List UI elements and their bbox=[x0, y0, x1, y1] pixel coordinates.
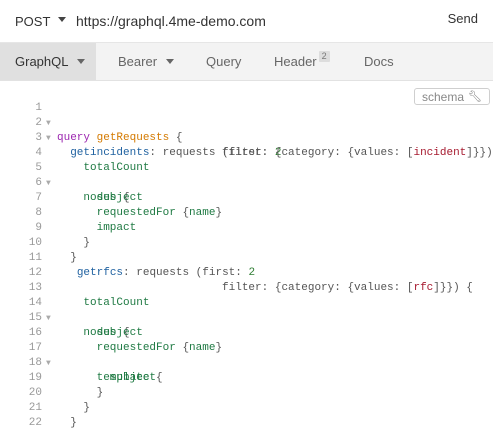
code-line: 17 ▼ template { bbox=[0, 326, 493, 384]
code-line: 20 } bbox=[0, 371, 493, 414]
send-button[interactable]: Send bbox=[448, 11, 478, 26]
code-line: 22 } bbox=[0, 401, 493, 428]
code-line: 16 requestedFor {name} bbox=[0, 311, 493, 354]
code-line: 19 } bbox=[0, 356, 493, 399]
caret-down-icon bbox=[77, 59, 86, 64]
code-line: 3 filter: {category: {values: [incident]… bbox=[0, 116, 493, 159]
code-line: 8 impact bbox=[0, 191, 493, 234]
tab-header[interactable]: Header 2 bbox=[274, 43, 330, 80]
request-bar: POST Send bbox=[0, 0, 493, 43]
caret-down-icon bbox=[58, 17, 66, 22]
code-line: 2 ▼ getincidents: requests (first: 2 bbox=[0, 101, 493, 159]
tab-label: GraphQL bbox=[15, 54, 69, 69]
line-number: 22 bbox=[28, 417, 42, 428]
tab-docs[interactable]: Docs bbox=[364, 43, 394, 80]
code-line: 9 } bbox=[0, 206, 493, 249]
caret-down-icon bbox=[166, 59, 175, 64]
code-line: 21 } bbox=[0, 386, 493, 428]
tab-bar: GraphQL Bearer Query Header 2 Docs bbox=[0, 43, 493, 81]
code-line: 10 } bbox=[0, 221, 493, 264]
code-line: 1 ▼ query getRequests { bbox=[0, 86, 493, 144]
code-line: 6 subject bbox=[0, 161, 493, 204]
code-line: 11 getrfcs: requests (first: 2 bbox=[0, 236, 493, 279]
code-line: 13 totalCount bbox=[0, 266, 493, 309]
tab-label: Bearer bbox=[118, 54, 158, 69]
tab-label: Query bbox=[206, 54, 242, 69]
code-line: 12 filter: {category: {values: [rfc]}}) … bbox=[0, 251, 493, 294]
tab-query[interactable]: Query bbox=[206, 43, 241, 80]
code-line: 15 subject bbox=[0, 296, 493, 339]
method-dropdown[interactable]: POST bbox=[0, 0, 72, 42]
tab-label: Docs bbox=[364, 54, 394, 69]
url-input[interactable] bbox=[76, 10, 396, 32]
code-line: 14 ▼ nodes { bbox=[0, 281, 493, 339]
code-line: 18 subject bbox=[0, 341, 493, 384]
tab-bearer[interactable]: Bearer bbox=[118, 43, 175, 80]
code-line: 5 ▼ nodes { bbox=[0, 146, 493, 204]
query-editor[interactable]: schema 🔧︎ 1 ▼ query getRequests { 2 ▼ ge… bbox=[0, 82, 493, 428]
tab-label: Header bbox=[274, 54, 317, 69]
method-label: POST bbox=[15, 13, 51, 29]
code-line: 7 requestedFor {name} bbox=[0, 176, 493, 219]
code-text: } bbox=[70, 417, 77, 428]
header-count-badge: 2 bbox=[318, 51, 330, 62]
code-line: 4 totalCount bbox=[0, 131, 493, 174]
tab-graphql[interactable]: GraphQL bbox=[0, 43, 96, 80]
